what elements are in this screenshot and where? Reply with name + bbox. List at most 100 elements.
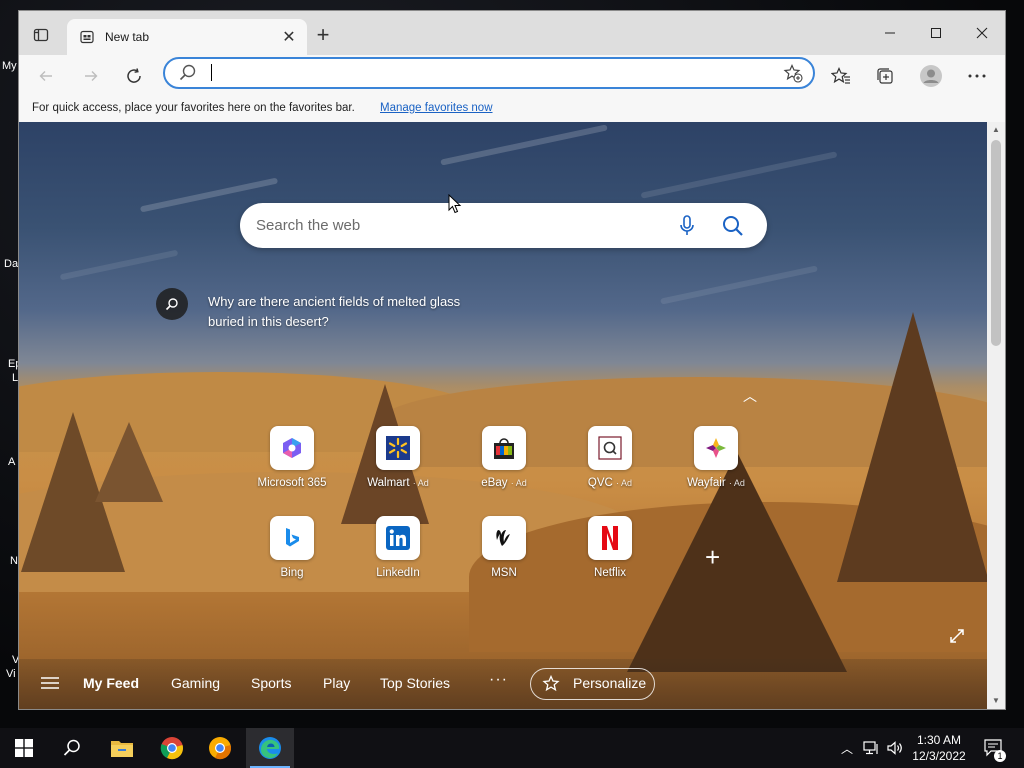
- search-icon[interactable]: [722, 215, 744, 242]
- new-tab-button[interactable]: +: [311, 22, 335, 47]
- quick-link-walmart[interactable]: Walmart · Ad: [350, 426, 446, 506]
- microsoft-365-icon: [270, 426, 314, 470]
- favorites-bar-message: For quick access, place your favorites h…: [32, 102, 355, 114]
- tile-label: MSN: [491, 567, 517, 579]
- profile-avatar-icon[interactable]: [917, 63, 945, 89]
- feed-more-button[interactable]: ···: [489, 671, 508, 689]
- quick-link-msn[interactable]: MSN: [456, 516, 552, 596]
- feed-tab-sports[interactable]: Sports: [251, 675, 291, 691]
- quick-link-ebay[interactable]: eBay · Ad: [456, 426, 552, 506]
- news-feed-bar: My Feed Gaming Sports Play Top Stories ·…: [19, 659, 987, 709]
- chevron-up-icon[interactable]: ︿: [743, 386, 757, 406]
- tile-label: QVC: [587, 477, 613, 489]
- tab-title: New tab: [105, 30, 150, 44]
- back-button[interactable]: [31, 61, 61, 91]
- wayfair-icon: [694, 426, 738, 470]
- add-favorite-icon[interactable]: [783, 63, 803, 88]
- scroll-down-arrow-icon[interactable]: ▼: [992, 696, 1000, 705]
- quick-link-netflix[interactable]: Netflix: [562, 516, 658, 596]
- cloud: [440, 124, 608, 166]
- search-placeholder: Search the web: [256, 217, 361, 234]
- edge-icon[interactable]: [246, 728, 294, 768]
- notification-center-icon[interactable]: 1: [982, 728, 1006, 768]
- tile-label: Walmart: [367, 477, 410, 489]
- desktop-icon-label[interactable]: A: [8, 456, 15, 468]
- add-quick-link-button[interactable]: +: [705, 542, 720, 573]
- personalize-button[interactable]: Personalize: [530, 668, 655, 700]
- maximize-icon[interactable]: [913, 19, 959, 47]
- scroll-up-arrow-icon[interactable]: ▲: [992, 125, 1000, 134]
- close-icon[interactable]: ✕: [279, 27, 299, 47]
- web-search-box[interactable]: Search the web: [240, 203, 767, 248]
- image-info-icon[interactable]: [156, 288, 188, 320]
- favorites-bar: For quick access, place your favorites h…: [19, 95, 1005, 123]
- clock-date: 12/3/2022: [912, 749, 966, 763]
- ad-badge: · Ad: [728, 478, 745, 488]
- quick-link-bing[interactable]: Bing: [244, 516, 340, 596]
- tab-actions-icon[interactable]: [29, 23, 53, 47]
- network-icon[interactable]: [860, 728, 882, 768]
- favorites-icon[interactable]: [827, 63, 855, 89]
- straw-hut: [95, 422, 163, 502]
- tile-label: eBay: [481, 477, 508, 489]
- tab-new-tab[interactable]: New tab ✕: [67, 19, 307, 55]
- more-options-icon[interactable]: [963, 63, 991, 89]
- expand-icon[interactable]: [949, 628, 965, 649]
- desktop-icon-label[interactable]: My: [2, 60, 17, 72]
- feed-tab-my-feed[interactable]: My Feed: [83, 675, 139, 691]
- ad-badge: · Ad: [412, 478, 429, 488]
- walmart-icon: [376, 426, 420, 470]
- msn-icon: [482, 516, 526, 560]
- microphone-icon[interactable]: [678, 215, 696, 242]
- image-question[interactable]: Why are there ancient fields of melted g…: [208, 292, 468, 332]
- text-caret: [211, 64, 212, 81]
- chevron-up-icon[interactable]: ︿: [838, 728, 856, 768]
- desktop-icon-label[interactable]: Vi: [6, 668, 16, 680]
- collections-icon[interactable]: [871, 63, 899, 89]
- tile-label: Microsoft 365: [257, 477, 327, 489]
- cloud: [660, 265, 818, 305]
- refresh-button[interactable]: [119, 61, 149, 91]
- address-bar[interactable]: [163, 57, 815, 89]
- chrome-canary-icon[interactable]: [196, 728, 244, 768]
- edge-browser-window: New tab ✕ + For quick access, place your…: [18, 10, 1006, 710]
- system-clock[interactable]: 1:30 AM 12/3/2022: [902, 732, 976, 764]
- tile-label: Netflix: [594, 567, 626, 579]
- quick-link-qvc[interactable]: QVC · Ad: [562, 426, 658, 506]
- quick-link-microsoft-365[interactable]: Microsoft 365: [244, 426, 340, 506]
- linkedin-icon: [376, 516, 420, 560]
- tile-label: Bing: [280, 567, 304, 579]
- search-icon[interactable]: [48, 728, 96, 768]
- chrome-icon[interactable]: [148, 728, 196, 768]
- tab-strip: New tab ✕ +: [19, 11, 1005, 55]
- desktop-icon-label[interactable]: Da: [4, 258, 18, 270]
- tile-label: LinkedIn: [376, 567, 420, 579]
- minimize-icon[interactable]: [867, 19, 913, 47]
- navigation-toolbar: [19, 55, 1005, 95]
- cloud: [640, 151, 838, 199]
- scrollbar-thumb[interactable]: [991, 140, 1001, 346]
- feed-tab-gaming[interactable]: Gaming: [171, 675, 220, 691]
- manage-favorites-link[interactable]: Manage favorites now: [380, 102, 493, 114]
- notification-badge: 1: [994, 750, 1006, 762]
- vertical-scrollbar[interactable]: ▲ ▼: [987, 122, 1005, 709]
- straw-hut: [837, 312, 987, 582]
- hamburger-menu-icon[interactable]: [41, 676, 59, 695]
- mouse-cursor-icon: [448, 193, 462, 219]
- forward-button[interactable]: [76, 61, 106, 91]
- personalize-star-icon: [542, 674, 562, 696]
- ad-badge: · Ad: [510, 478, 527, 488]
- quick-link-linkedin[interactable]: LinkedIn: [350, 516, 446, 596]
- quick-link-wayfair[interactable]: Wayfair · Ad: [668, 426, 764, 506]
- ebay-icon: [482, 426, 526, 470]
- file-explorer-icon[interactable]: [98, 728, 146, 768]
- close-icon[interactable]: [959, 19, 1005, 47]
- feed-tab-play[interactable]: Play: [323, 675, 350, 691]
- windows-start-icon[interactable]: [0, 728, 48, 768]
- personalize-label: Personalize: [573, 675, 647, 691]
- feed-tab-top-stories[interactable]: Top Stories: [380, 675, 450, 691]
- netflix-icon: [588, 516, 632, 560]
- desktop-icon-label[interactable]: N: [10, 555, 18, 567]
- cloud: [59, 249, 179, 281]
- tile-label: Wayfair: [687, 477, 726, 489]
